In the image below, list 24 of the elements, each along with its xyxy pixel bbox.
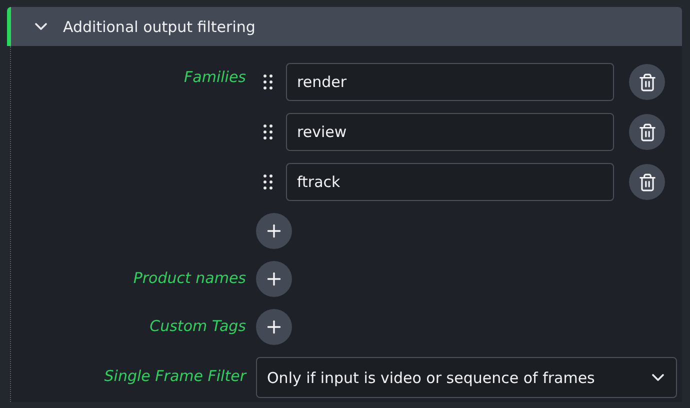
input-field[interactable]: render bbox=[286, 63, 614, 101]
field-label: Single Frame Filter bbox=[103, 366, 246, 387]
section-header[interactable]: Additional output filtering bbox=[7, 7, 682, 46]
trash-icon bbox=[638, 122, 656, 142]
trash-icon bbox=[638, 72, 656, 92]
delete-button[interactable] bbox=[629, 114, 665, 150]
chevron-down-icon bbox=[652, 374, 664, 381]
delete-button[interactable] bbox=[629, 164, 665, 200]
delete-button[interactable] bbox=[629, 64, 665, 100]
chevron-icon bbox=[35, 23, 47, 30]
section-title: Additional output filtering bbox=[63, 18, 256, 36]
drag-handle-icon[interactable] bbox=[263, 124, 273, 140]
dropdown[interactable]: Only if input is video or sequence of frames bbox=[256, 357, 677, 398]
field-label: Product names bbox=[132, 268, 246, 289]
field-label: Custom Tags bbox=[148, 316, 246, 337]
trash-icon bbox=[638, 172, 656, 192]
add-button[interactable] bbox=[256, 309, 292, 345]
field-label: Families bbox=[183, 67, 246, 88]
drag-handle-icon[interactable] bbox=[263, 74, 273, 90]
input-field[interactable]: review bbox=[286, 113, 614, 151]
add-button[interactable] bbox=[256, 261, 292, 297]
input-field[interactable]: ftrack bbox=[286, 163, 614, 201]
drag-handle-icon[interactable] bbox=[263, 174, 273, 190]
add-button[interactable] bbox=[256, 213, 292, 249]
